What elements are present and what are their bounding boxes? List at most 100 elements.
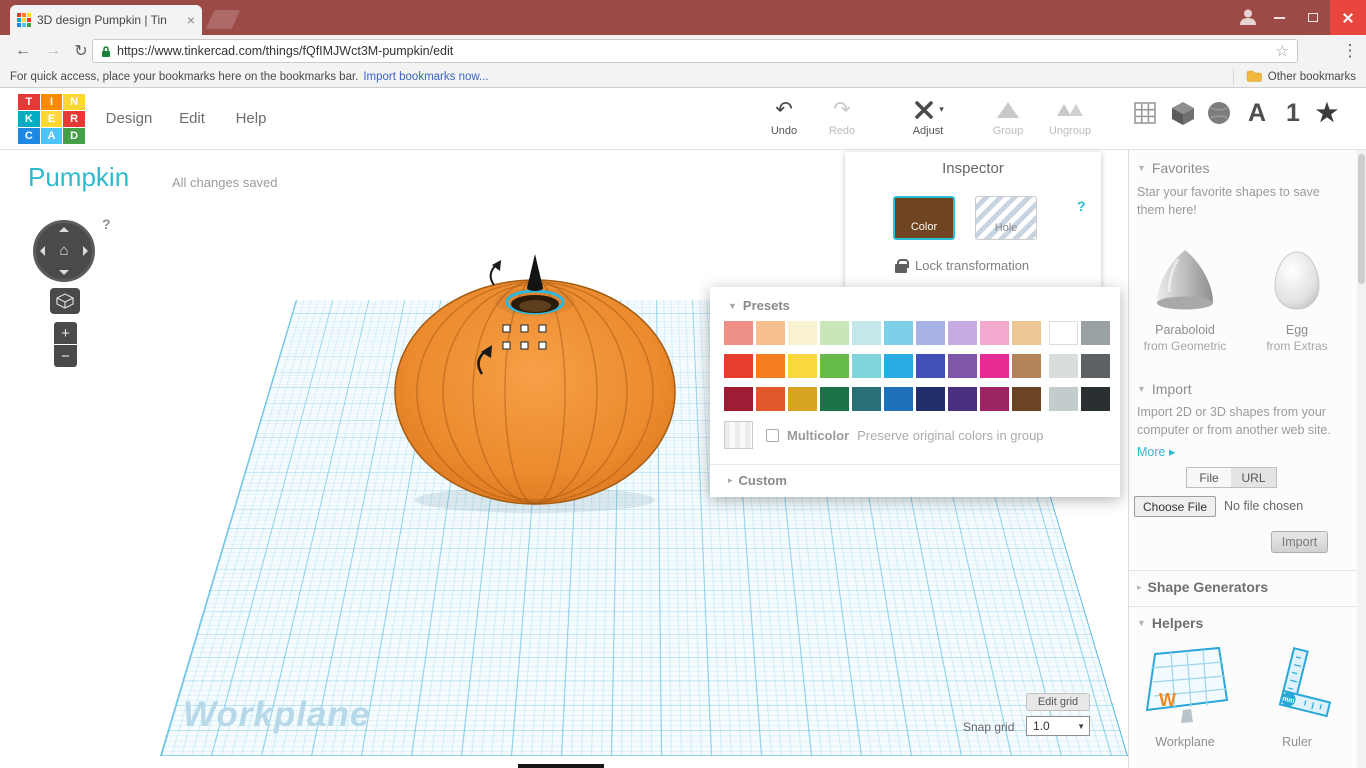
multicolor-checkbox[interactable]: [766, 429, 779, 442]
favicon: [17, 13, 31, 27]
import-button[interactable]: Import: [1271, 531, 1328, 553]
browser-menu-icon[interactable]: ⋮: [1338, 38, 1362, 64]
back-button[interactable]: ←: [10, 38, 36, 64]
color-swatch[interactable]: [724, 321, 753, 345]
color-swatch[interactable]: [884, 387, 913, 411]
color-swatch[interactable]: [916, 387, 945, 411]
color-swatch[interactable]: [948, 387, 977, 411]
sidebar-scrollbar[interactable]: [1357, 150, 1366, 768]
color-swatch[interactable]: [1012, 321, 1041, 345]
tab-url[interactable]: URL: [1231, 467, 1277, 488]
color-swatch[interactable]: [820, 354, 849, 378]
refresh-button[interactable]: ↻: [68, 38, 94, 64]
color-swatch[interactable]: [1012, 354, 1041, 378]
hole-chip[interactable]: Hole: [975, 196, 1037, 240]
scale-handle-cone[interactable]: [527, 254, 543, 288]
presets-section-header[interactable]: ▼ Presets: [728, 298, 790, 313]
edit-grid-button[interactable]: Edit grid: [1026, 693, 1090, 711]
orbit-down-icon[interactable]: [59, 270, 69, 275]
menu-edit[interactable]: Edit: [170, 88, 214, 150]
inspector-help-icon[interactable]: ?: [1077, 198, 1086, 214]
shape-generators-header[interactable]: ▸ Shape Generators: [1137, 579, 1268, 595]
color-swatch[interactable]: [1049, 387, 1078, 411]
favorites-star-icon[interactable]: ★: [1314, 98, 1340, 128]
pumpkin-model[interactable]: [375, 232, 695, 532]
tab-file[interactable]: File: [1186, 467, 1232, 488]
custom-section-header[interactable]: ▸ Custom: [728, 473, 787, 488]
color-swatch[interactable]: [820, 387, 849, 411]
color-swatch[interactable]: [1049, 354, 1078, 378]
helper-ruler[interactable]: mm Ruler: [1241, 644, 1353, 749]
color-swatch[interactable]: [852, 354, 881, 378]
favorites-header[interactable]: ▼ Favorites: [1137, 160, 1210, 176]
address-bar[interactable]: https://www.tinkercad.com/things/fQfIMJW…: [92, 39, 1298, 63]
color-chip[interactable]: Color: [893, 196, 955, 240]
zoom-in-button[interactable]: +: [54, 322, 77, 344]
color-swatch[interactable]: [756, 321, 785, 345]
color-swatch[interactable]: [980, 387, 1009, 411]
number-icon[interactable]: 1: [1280, 98, 1306, 128]
color-swatch[interactable]: [724, 387, 753, 411]
cube-icon[interactable]: [1170, 98, 1196, 128]
helper-workplane[interactable]: W Workplane: [1129, 644, 1241, 749]
helpers-header[interactable]: ▼ Helpers: [1137, 615, 1203, 631]
multicolor-swatch[interactable]: [724, 421, 753, 449]
adjust-button[interactable]: ▾ Adjust: [898, 96, 958, 137]
home-view-icon[interactable]: ⌂: [36, 242, 92, 259]
color-swatch[interactable]: [916, 354, 945, 378]
minimize-button[interactable]: [1262, 0, 1296, 35]
profile-icon[interactable]: [1237, 6, 1259, 28]
bookmark-star-icon[interactable]: ☆: [1276, 42, 1289, 60]
shape-paraboloid[interactable]: Paraboloid from Geometric: [1129, 246, 1241, 353]
scrollbar-thumb[interactable]: [1358, 154, 1365, 284]
maximize-button[interactable]: [1296, 0, 1330, 35]
shapes-grid-icon[interactable]: [1132, 98, 1158, 128]
import-header[interactable]: ▼ Import: [1137, 381, 1192, 397]
new-tab-button[interactable]: [206, 10, 241, 29]
tinkercad-logo[interactable]: TINKERCAD: [18, 94, 85, 144]
color-swatch[interactable]: [852, 387, 881, 411]
color-swatch[interactable]: [788, 321, 817, 345]
color-swatch[interactable]: [1081, 387, 1110, 411]
color-swatch[interactable]: [820, 321, 849, 345]
color-swatch[interactable]: [1049, 321, 1078, 345]
color-swatch[interactable]: [1081, 321, 1110, 345]
menu-design[interactable]: Design: [100, 88, 158, 150]
color-swatch[interactable]: [948, 321, 977, 345]
color-swatch[interactable]: [756, 387, 785, 411]
snap-grid-select[interactable]: 1.0 ▼: [1026, 716, 1090, 736]
undo-button[interactable]: ↶ Undo: [756, 96, 812, 137]
other-bookmarks-button[interactable]: Other bookmarks: [1268, 71, 1356, 83]
import-bookmarks-link[interactable]: Import bookmarks now...: [363, 71, 488, 83]
color-swatch[interactable]: [1012, 387, 1041, 411]
lock-transformation[interactable]: Lock transformation: [895, 258, 1029, 273]
color-swatch[interactable]: [788, 387, 817, 411]
color-swatch[interactable]: [980, 321, 1009, 345]
menu-help[interactable]: Help: [226, 88, 276, 150]
tab-close-icon[interactable]: ×: [187, 13, 195, 27]
browser-tab[interactable]: 3D design Pumpkin | Tin ×: [10, 5, 202, 35]
more-link[interactable]: More ▸: [1137, 444, 1175, 459]
design-title[interactable]: Pumpkin: [28, 162, 129, 193]
shape-egg[interactable]: Egg from Extras: [1241, 246, 1353, 353]
color-swatch[interactable]: [980, 354, 1009, 378]
color-swatch[interactable]: [724, 354, 753, 378]
color-swatch[interactable]: [916, 321, 945, 345]
text-letter-icon[interactable]: A: [1244, 98, 1270, 128]
zoom-out-button[interactable]: −: [54, 345, 77, 367]
orbit-up-icon[interactable]: [59, 227, 69, 232]
choose-file-button[interactable]: Choose File: [1134, 496, 1216, 517]
sphere-icon[interactable]: [1206, 98, 1232, 128]
close-window-button[interactable]: [1330, 0, 1366, 35]
color-swatch[interactable]: [884, 321, 913, 345]
color-swatch[interactable]: [852, 321, 881, 345]
url-text[interactable]: https://www.tinkercad.com/things/fQfIMJW…: [117, 44, 1270, 58]
color-swatch[interactable]: [756, 354, 785, 378]
color-swatch[interactable]: [788, 354, 817, 378]
color-swatch[interactable]: [948, 354, 977, 378]
orbit-control[interactable]: ⌂: [33, 220, 95, 282]
color-swatch[interactable]: [1081, 354, 1110, 378]
help-icon[interactable]: ?: [102, 216, 111, 232]
color-swatch[interactable]: [884, 354, 913, 378]
fit-view-button[interactable]: [50, 288, 80, 314]
